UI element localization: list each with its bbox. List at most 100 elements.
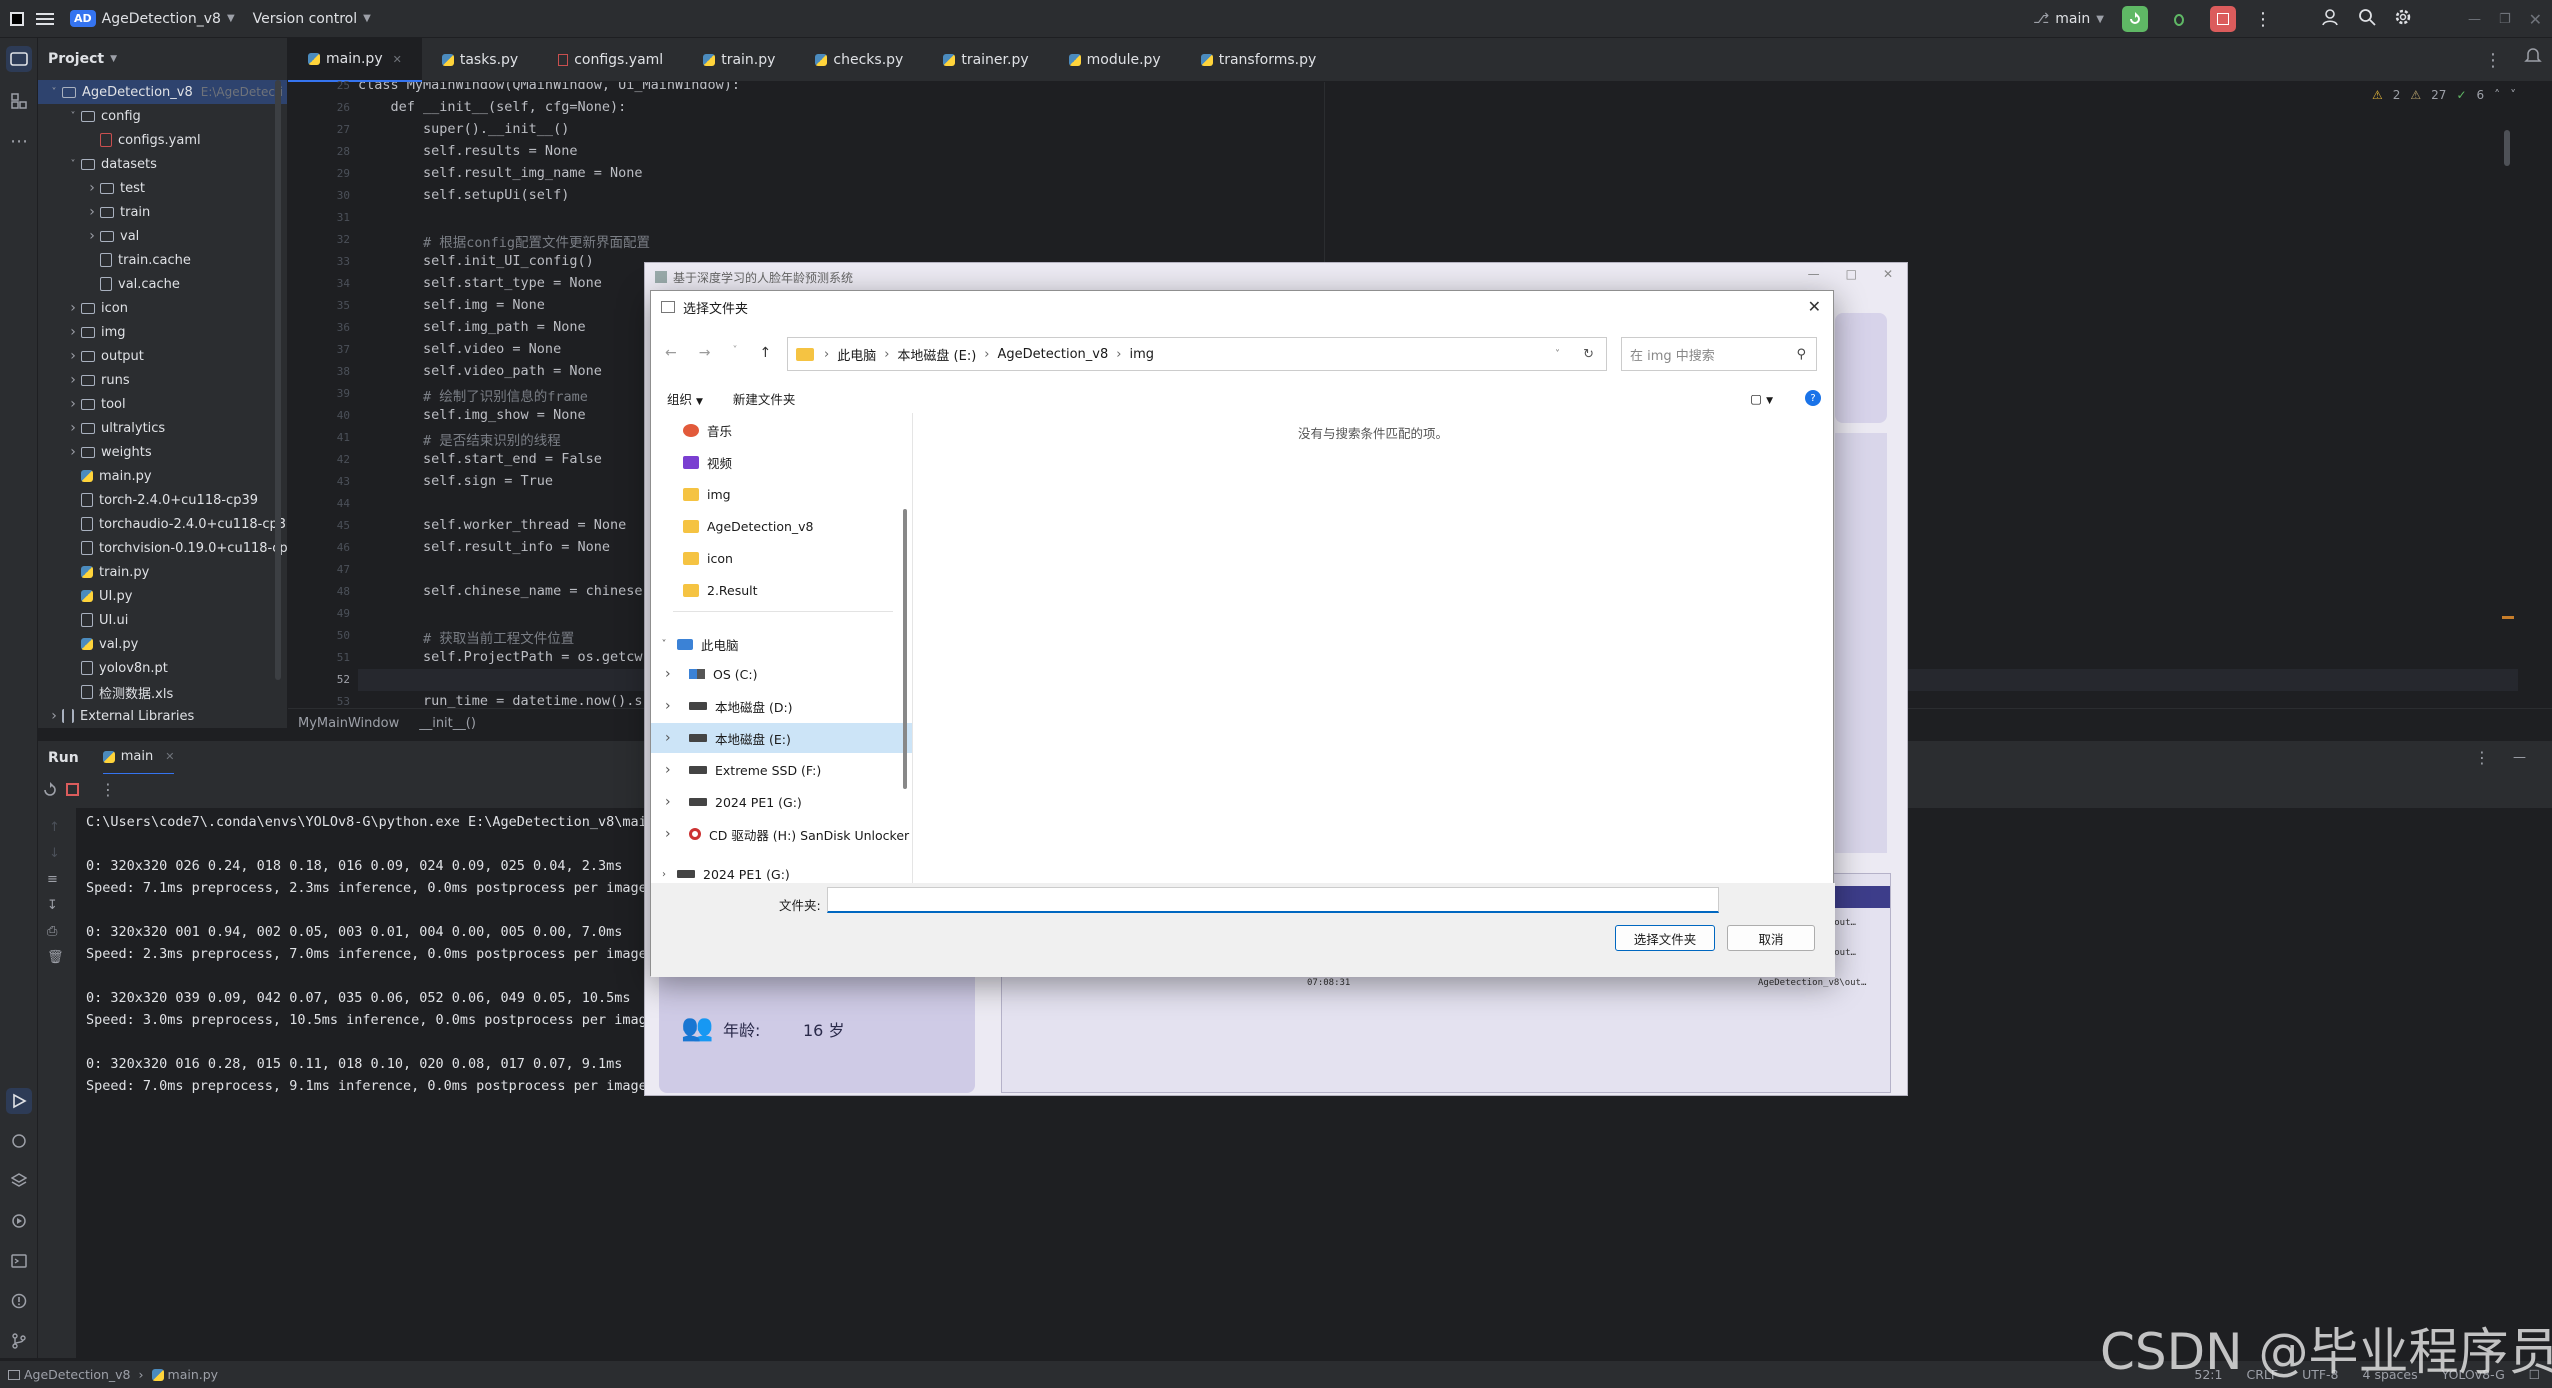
tree-item[interactable]: ˅ config <box>38 104 287 128</box>
up-arrow-icon[interactable]: ↑ <box>759 345 771 361</box>
python-packages-icon[interactable] <box>6 1128 32 1154</box>
hide-panel-icon[interactable]: — <box>2513 750 2526 765</box>
nav-scrollbar[interactable] <box>903 509 907 789</box>
vcs-menu[interactable]: Version control ▼ <box>253 11 371 27</box>
address-crumb-project[interactable]: AgeDetection_v8 <box>998 347 1109 362</box>
tree-item[interactable]: torchaudio-2.4.0+cu118-cp3 <box>38 512 287 536</box>
address-bar[interactable]: › 此电脑 › 本地磁盘 (E:) › AgeDetection_v8 › im… <box>787 337 1607 371</box>
status-crumb-file[interactable]: main.py <box>151 1367 218 1382</box>
arrow-down-icon[interactable]: ↓ <box>49 846 60 861</box>
chevron-down-icon[interactable]: ˅ <box>2510 88 2516 102</box>
tree-item[interactable]: › ultralytics <box>38 416 287 440</box>
tree-item[interactable]: UI.py <box>38 584 287 608</box>
breadcrumb-method[interactable]: __init__() <box>419 716 476 731</box>
rerun-button[interactable] <box>2121 6 2148 32</box>
close-icon[interactable]: ✕ <box>1808 297 1821 316</box>
editor-tab[interactable]: tasks.py <box>422 38 538 82</box>
arrow-up-icon[interactable]: ↑ <box>49 820 60 835</box>
tree-item[interactable]: val.cache <box>38 272 287 296</box>
nav-item-drive[interactable]: › OS (C:) <box>651 659 912 689</box>
chevron-down-icon[interactable]: ˅ <box>732 345 737 361</box>
nav-item-quick[interactable]: img <box>651 479 912 509</box>
gear-icon[interactable] <box>2394 8 2412 30</box>
minimize-icon[interactable]: — <box>2468 12 2481 27</box>
project-switcher[interactable]: AD AgeDetection_v8 ▼ <box>70 10 235 27</box>
terminal-icon[interactable] <box>6 1248 32 1274</box>
structure-tool-icon[interactable] <box>6 88 32 114</box>
editor-scrollbar[interactable] <box>2504 130 2510 166</box>
scroll-to-end-icon[interactable]: ↧ <box>47 898 58 913</box>
chevron-down-icon[interactable]: ˅ <box>1555 349 1560 360</box>
help-icon[interactable]: ? <box>1805 390 1821 406</box>
tree-item[interactable]: torchvision-0.19.0+cu118-cp <box>38 536 287 560</box>
new-folder-button[interactable]: 新建文件夹 <box>733 389 796 408</box>
chevron-up-icon[interactable]: ˄ <box>2494 88 2500 102</box>
debug-button[interactable] <box>2166 6 2192 32</box>
tree-item[interactable]: › val <box>38 224 287 248</box>
back-arrow-icon[interactable]: ← <box>665 345 677 361</box>
address-crumb-pc[interactable]: 此电脑 <box>837 345 876 364</box>
restore-icon[interactable]: ❐ <box>2499 12 2511 27</box>
nav-item-drive[interactable]: › Extreme SSD (F:) <box>651 755 912 785</box>
address-crumb-img[interactable]: img <box>1129 347 1154 362</box>
nav-item-quick[interactable]: 视频⌖ <box>651 447 912 477</box>
status-crumb-project[interactable]: AgeDetection_v8 <box>8 1367 131 1382</box>
editor-tab[interactable]: configs.yaml <box>538 38 683 82</box>
run-tab-main[interactable]: main ✕ <box>102 741 175 775</box>
editor-tab[interactable]: checks.py <box>795 38 923 82</box>
close-icon[interactable]: ✕ <box>1883 267 1893 281</box>
run-tool-icon[interactable] <box>6 1088 32 1114</box>
nav-item-quick[interactable]: AgeDetection_v8 <box>651 511 912 541</box>
tree-item[interactable]: val.py <box>38 632 287 656</box>
more-icon[interactable]: ⋮ <box>2474 748 2490 767</box>
nav-item-extra-drive[interactable]: › 2024 PE1 (G:) <box>651 859 903 883</box>
trash-icon[interactable]: 🗑 <box>47 950 64 965</box>
folder-field[interactable] <box>827 887 1719 913</box>
project-tool-icon[interactable] <box>6 46 32 72</box>
nav-item-quick[interactable]: 音乐⌖ <box>651 415 912 445</box>
tree-item[interactable]: › output <box>38 344 287 368</box>
tree-item[interactable]: › weights <box>38 440 287 464</box>
project-scrollbar[interactable] <box>275 80 281 680</box>
tree-item[interactable]: › tool <box>38 392 287 416</box>
close-icon[interactable]: ✕ <box>2529 10 2542 29</box>
project-panel-header[interactable]: Project ▼ <box>38 38 287 80</box>
tree-item[interactable]: › runs <box>38 368 287 392</box>
minimize-icon[interactable]: — <box>1808 267 1820 281</box>
tree-item[interactable]: › test <box>38 176 287 200</box>
inspection-widget[interactable]: ⚠ 2 ⚠ 27 ✓ 6 ˄ ˅ <box>2372 88 2516 102</box>
search-icon[interactable] <box>2358 8 2376 30</box>
stop-icon[interactable] <box>66 783 79 796</box>
more-icon[interactable]: ⋮ <box>100 780 116 799</box>
tree-item[interactable]: ˅ AgeDetection_v8 E:\AgeDetecti <box>38 80 287 104</box>
breadcrumb-class[interactable]: MyMainWindow <box>298 716 399 731</box>
rerun-icon[interactable] <box>42 782 58 802</box>
search-input[interactable]: 在 img 中搜索 <box>1630 345 1715 364</box>
nav-item-quick[interactable]: icon <box>651 543 912 573</box>
stop-button[interactable] <box>2209 6 2236 32</box>
notifications-icon[interactable] <box>2524 46 2542 68</box>
main-menu-icon[interactable] <box>36 11 54 26</box>
editor-tab[interactable]: trainer.py <box>923 38 1048 82</box>
print-icon[interactable]: ⎙ <box>47 924 57 939</box>
forward-arrow-icon[interactable]: → <box>699 345 711 361</box>
view-options-icon[interactable]: ▢ ▼ <box>1750 391 1773 406</box>
add-user-icon[interactable] <box>2322 8 2340 30</box>
cancel-button[interactable]: 取消 <box>1727 925 1815 951</box>
soft-wrap-icon[interactable]: ≡ <box>47 872 58 887</box>
tree-item[interactable]: train.cache <box>38 248 287 272</box>
services-icon[interactable] <box>6 1208 32 1234</box>
refresh-icon[interactable]: ↻ <box>1583 347 1594 362</box>
close-icon[interactable]: ✕ <box>393 53 402 66</box>
select-folder-button[interactable]: 选择文件夹 <box>1615 925 1715 951</box>
problems-icon[interactable] <box>6 1288 32 1314</box>
nav-item-drive[interactable]: › 本地磁盘 (D:) <box>651 691 912 721</box>
address-crumb-drive[interactable]: 本地磁盘 (E:) <box>897 345 976 364</box>
tree-item[interactable]: ˅ datasets <box>38 152 287 176</box>
more-tools-icon[interactable]: ⋯ <box>6 128 32 154</box>
tree-item[interactable]: › train <box>38 200 287 224</box>
tree-item[interactable]: › External Libraries <box>38 704 287 728</box>
branch-selector[interactable]: ⎇ main ▼ <box>2033 11 2104 27</box>
maximize-icon[interactable]: □ <box>1846 267 1857 281</box>
git-icon[interactable] <box>6 1328 32 1354</box>
